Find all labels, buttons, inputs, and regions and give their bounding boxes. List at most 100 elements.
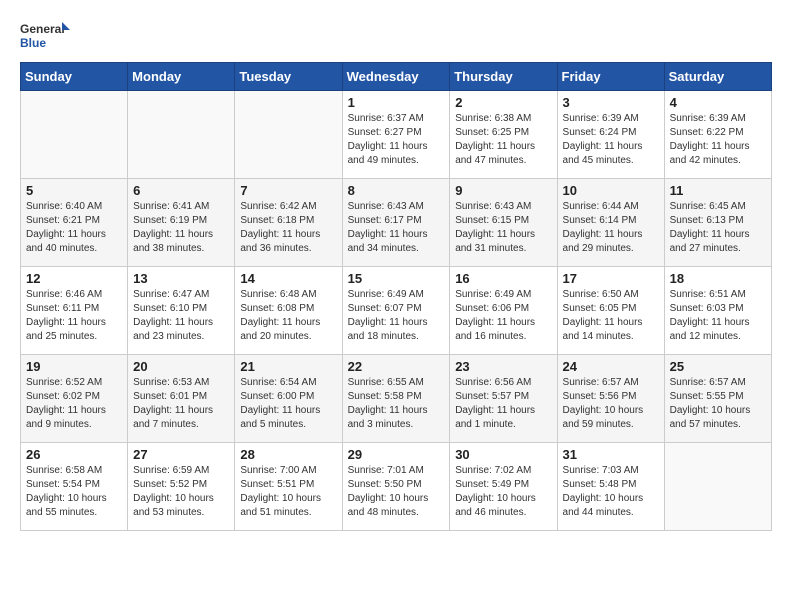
day-number: 18 [670, 271, 766, 286]
day-info: Sunrise: 7:02 AM Sunset: 5:49 PM Dayligh… [455, 464, 551, 520]
day-info: Sunrise: 6:47 AM Sunset: 6:10 PM Dayligh… [133, 288, 229, 344]
day-number: 11 [670, 183, 766, 198]
day-number: 15 [348, 271, 445, 286]
day-info: Sunrise: 6:43 AM Sunset: 6:17 PM Dayligh… [348, 200, 445, 256]
day-number: 9 [455, 183, 551, 198]
day-cell: 12Sunrise: 6:46 AM Sunset: 6:11 PM Dayli… [21, 267, 128, 355]
day-cell: 29Sunrise: 7:01 AM Sunset: 5:50 PM Dayli… [342, 443, 450, 531]
day-cell: 30 Sunrise: 7:02 AM Sunset: 5:49 PM Dayli… [450, 443, 557, 531]
day-info: Sunrise: 6:42 AM Sunset: 6:18 PM Dayligh… [240, 200, 336, 256]
day-info: Sunrise: 6:50 AM Sunset: 6:05 PM Dayligh… [563, 288, 659, 344]
day-info: Sunrise: 6:44 AM Sunset: 6:14 PM Dayligh… [563, 200, 659, 256]
day-number: 21 [240, 359, 336, 374]
day-info: Sunrise: 6:41 AM Sunset: 6:19 PM Dayligh… [133, 200, 229, 256]
week-row-5: 26 Sunrise: 6:58 AM Sunset: 5:54 PM Dayli… [21, 443, 772, 531]
day-cell: 20Sunrise: 6:53 AM Sunset: 6:01 PM Dayli… [128, 355, 235, 443]
day-number: 13 [133, 271, 229, 286]
day-info: Sunrise: 6:48 AM Sunset: 6:08 PM Dayligh… [240, 288, 336, 344]
day-cell: 15 Sunrise: 6:49 AM Sunset: 6:07 PM Dayli… [342, 267, 450, 355]
day-number: 3 [563, 95, 659, 110]
day-cell: 17 Sunrise: 6:50 AM Sunset: 6:05 PM Dayli… [557, 267, 664, 355]
day-cell: 27Sunrise: 6:59 AM Sunset: 5:52 PM Dayli… [128, 443, 235, 531]
day-info: Sunrise: 6:54 AM Sunset: 6:00 PM Dayligh… [240, 376, 336, 432]
calendar-body: 1Sunrise: 6:37 AM Sunset: 6:27 PM Daylig… [21, 91, 772, 531]
day-info: Sunrise: 6:51 AM Sunset: 6:03 PM Dayligh… [670, 288, 766, 344]
day-cell: 26 Sunrise: 6:58 AM Sunset: 5:54 PM Dayli… [21, 443, 128, 531]
day-info: Sunrise: 6:58 AM Sunset: 5:54 PM Dayligh… [26, 464, 122, 520]
day-cell: 19 Sunrise: 6:52 AM Sunset: 6:02 PM Dayli… [21, 355, 128, 443]
day-number: 6 [133, 183, 229, 198]
day-cell: 24 Sunrise: 6:57 AM Sunset: 5:56 PM Dayli… [557, 355, 664, 443]
day-cell: 28 Sunrise: 7:00 AM Sunset: 5:51 PM Dayli… [235, 443, 342, 531]
logo-svg: GeneralBlue [20, 20, 70, 52]
day-number: 17 [563, 271, 659, 286]
day-cell: 16 Sunrise: 6:49 AM Sunset: 6:06 PM Dayli… [450, 267, 557, 355]
day-number: 22 [348, 359, 445, 374]
day-cell: 25 Sunrise: 6:57 AM Sunset: 5:55 PM Dayli… [664, 355, 771, 443]
day-number: 8 [348, 183, 445, 198]
day-number: 4 [670, 95, 766, 110]
weekday-row: SundayMondayTuesdayWednesdayThursdayFrid… [21, 63, 772, 91]
weekday-header-thursday: Thursday [450, 63, 557, 91]
day-info: Sunrise: 6:39 AM Sunset: 6:24 PM Dayligh… [563, 112, 659, 168]
day-number: 10 [563, 183, 659, 198]
day-info: Sunrise: 6:45 AM Sunset: 6:13 PM Dayligh… [670, 200, 766, 256]
day-cell: 23Sunrise: 6:56 AM Sunset: 5:57 PM Dayli… [450, 355, 557, 443]
day-cell: 7 Sunrise: 6:42 AM Sunset: 6:18 PM Daylig… [235, 179, 342, 267]
day-number: 24 [563, 359, 659, 374]
day-number: 7 [240, 183, 336, 198]
day-info: Sunrise: 6:57 AM Sunset: 5:55 PM Dayligh… [670, 376, 766, 432]
day-cell: 2Sunrise: 6:38 AM Sunset: 6:25 PM Daylig… [450, 91, 557, 179]
week-row-1: 1Sunrise: 6:37 AM Sunset: 6:27 PM Daylig… [21, 91, 772, 179]
svg-text:General: General [20, 22, 65, 36]
day-cell: 22Sunrise: 6:55 AM Sunset: 5:58 PM Dayli… [342, 355, 450, 443]
week-row-4: 19 Sunrise: 6:52 AM Sunset: 6:02 PM Dayli… [21, 355, 772, 443]
day-number: 14 [240, 271, 336, 286]
day-info: Sunrise: 6:39 AM Sunset: 6:22 PM Dayligh… [670, 112, 766, 168]
day-number: 5 [26, 183, 122, 198]
day-number: 26 [26, 447, 122, 462]
day-number: 25 [670, 359, 766, 374]
day-cell: 11 Sunrise: 6:45 AM Sunset: 6:13 PM Dayli… [664, 179, 771, 267]
day-cell: 8 Sunrise: 6:43 AM Sunset: 6:17 PM Daylig… [342, 179, 450, 267]
weekday-header-wednesday: Wednesday [342, 63, 450, 91]
day-cell: 31 Sunrise: 7:03 AM Sunset: 5:48 PM Dayli… [557, 443, 664, 531]
day-cell [235, 91, 342, 179]
day-cell: 1Sunrise: 6:37 AM Sunset: 6:27 PM Daylig… [342, 91, 450, 179]
day-number: 1 [348, 95, 445, 110]
logo: GeneralBlue [20, 20, 70, 52]
day-number: 30 [455, 447, 551, 462]
weekday-header-tuesday: Tuesday [235, 63, 342, 91]
day-info: Sunrise: 6:57 AM Sunset: 5:56 PM Dayligh… [563, 376, 659, 432]
weekday-header-friday: Friday [557, 63, 664, 91]
week-row-3: 12Sunrise: 6:46 AM Sunset: 6:11 PM Dayli… [21, 267, 772, 355]
weekday-header-sunday: Sunday [21, 63, 128, 91]
day-cell: 3 Sunrise: 6:39 AM Sunset: 6:24 PM Daylig… [557, 91, 664, 179]
day-info: Sunrise: 6:46 AM Sunset: 6:11 PM Dayligh… [26, 288, 122, 344]
day-cell: 10 Sunrise: 6:44 AM Sunset: 6:14 PM Dayli… [557, 179, 664, 267]
day-info: Sunrise: 6:49 AM Sunset: 6:06 PM Dayligh… [455, 288, 551, 344]
day-cell: 21 Sunrise: 6:54 AM Sunset: 6:00 PM Dayli… [235, 355, 342, 443]
week-row-2: 5 Sunrise: 6:40 AM Sunset: 6:21 PM Daylig… [21, 179, 772, 267]
day-cell: 13 Sunrise: 6:47 AM Sunset: 6:10 PM Dayli… [128, 267, 235, 355]
svg-text:Blue: Blue [20, 36, 46, 50]
day-cell: 5 Sunrise: 6:40 AM Sunset: 6:21 PM Daylig… [21, 179, 128, 267]
day-info: Sunrise: 6:43 AM Sunset: 6:15 PM Dayligh… [455, 200, 551, 256]
day-cell: 4 Sunrise: 6:39 AM Sunset: 6:22 PM Daylig… [664, 91, 771, 179]
day-number: 20 [133, 359, 229, 374]
weekday-header-saturday: Saturday [664, 63, 771, 91]
day-number: 31 [563, 447, 659, 462]
day-info: Sunrise: 7:03 AM Sunset: 5:48 PM Dayligh… [563, 464, 659, 520]
day-number: 29 [348, 447, 445, 462]
day-cell: 9 Sunrise: 6:43 AM Sunset: 6:15 PM Daylig… [450, 179, 557, 267]
day-info: Sunrise: 6:56 AM Sunset: 5:57 PM Dayligh… [455, 376, 551, 432]
day-info: Sunrise: 6:40 AM Sunset: 6:21 PM Dayligh… [26, 200, 122, 256]
day-number: 16 [455, 271, 551, 286]
day-info: Sunrise: 6:52 AM Sunset: 6:02 PM Dayligh… [26, 376, 122, 432]
day-cell: 6 Sunrise: 6:41 AM Sunset: 6:19 PM Daylig… [128, 179, 235, 267]
day-info: Sunrise: 6:49 AM Sunset: 6:07 PM Dayligh… [348, 288, 445, 344]
day-number: 28 [240, 447, 336, 462]
day-number: 19 [26, 359, 122, 374]
day-info: Sunrise: 7:00 AM Sunset: 5:51 PM Dayligh… [240, 464, 336, 520]
day-cell [21, 91, 128, 179]
